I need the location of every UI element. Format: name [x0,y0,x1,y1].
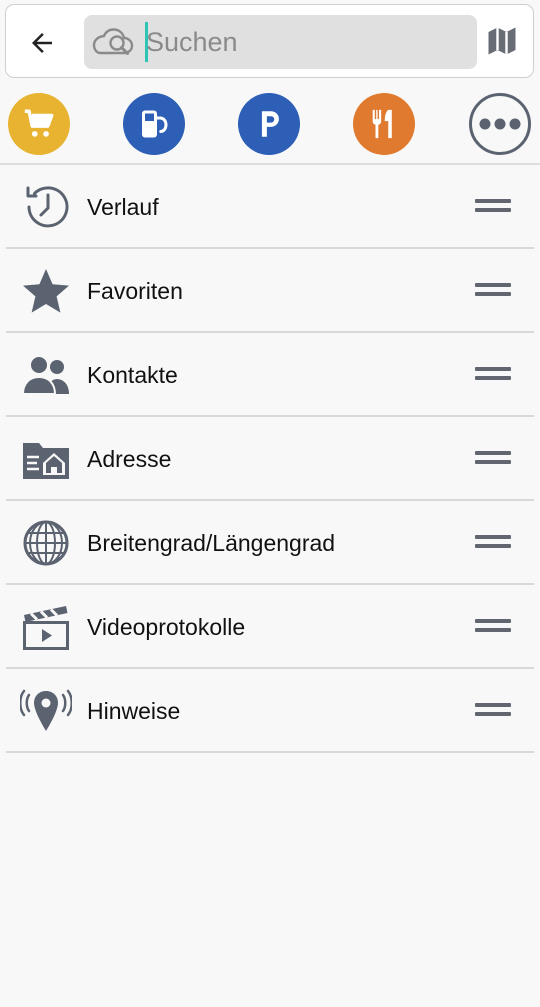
category-fuel-button[interactable] [123,93,185,155]
list-item-adresse[interactable]: Adresse [0,417,540,501]
list-item-label: Breitengrad/Längengrad [87,530,336,556]
list-item-verlauf[interactable]: Verlauf [0,165,540,249]
category-parking-button[interactable] [238,93,300,155]
list-item-breitengrad[interactable]: Breitengrad/Längengrad [0,501,540,585]
list-item-label: Videoprotokolle [87,614,246,640]
drag-handle-icon[interactable] [475,535,511,551]
drag-handle-icon[interactable] [475,619,511,635]
category-more-button[interactable] [469,93,531,155]
globe-icon [20,519,72,567]
map-button[interactable] [484,23,524,63]
back-button[interactable] [22,23,62,63]
search-bar [5,4,534,78]
drag-handle-icon[interactable] [475,283,511,299]
drag-handle-icon[interactable] [475,451,511,467]
list-item-label: Hinweise [87,698,181,724]
location-broadcast-icon [20,687,72,735]
restaurant-icon [372,109,392,139]
list-item-label: Favoriten [87,278,183,304]
list-item-label: Verlauf [87,194,159,220]
list-item-favoriten[interactable]: Favoriten [0,249,540,333]
drag-handle-icon[interactable] [475,703,511,719]
contacts-icon [20,351,72,399]
divider [6,751,534,753]
search-screen: Verlauf Favoriten Kontakte [0,0,540,1007]
list-item-kontakte[interactable]: Kontakte [0,333,540,417]
search-field[interactable] [84,15,477,69]
parking-icon [261,111,279,137]
clapperboard-icon [20,603,72,651]
address-folder-icon [20,435,72,483]
map-icon [488,27,516,55]
shopping-cart-icon [24,109,54,137]
drag-handle-icon[interactable] [475,367,511,383]
list-item-label: Adresse [87,446,172,472]
cloud-search-icon [92,28,134,55]
category-shopping-button[interactable] [8,93,70,155]
list-item-videoprotokolle[interactable]: Videoprotokolle [0,585,540,669]
history-clock-icon [20,183,72,231]
star-icon [20,267,72,315]
arrow-left-icon [32,33,52,53]
fuel-station-icon [142,110,168,138]
list-item-label: Kontakte [87,362,178,388]
list-item-hinweise[interactable]: Hinweise [0,669,540,753]
drag-handle-icon[interactable] [475,199,511,215]
search-input[interactable] [144,22,466,62]
category-restaurant-button[interactable] [353,93,415,155]
more-icon [479,118,521,130]
